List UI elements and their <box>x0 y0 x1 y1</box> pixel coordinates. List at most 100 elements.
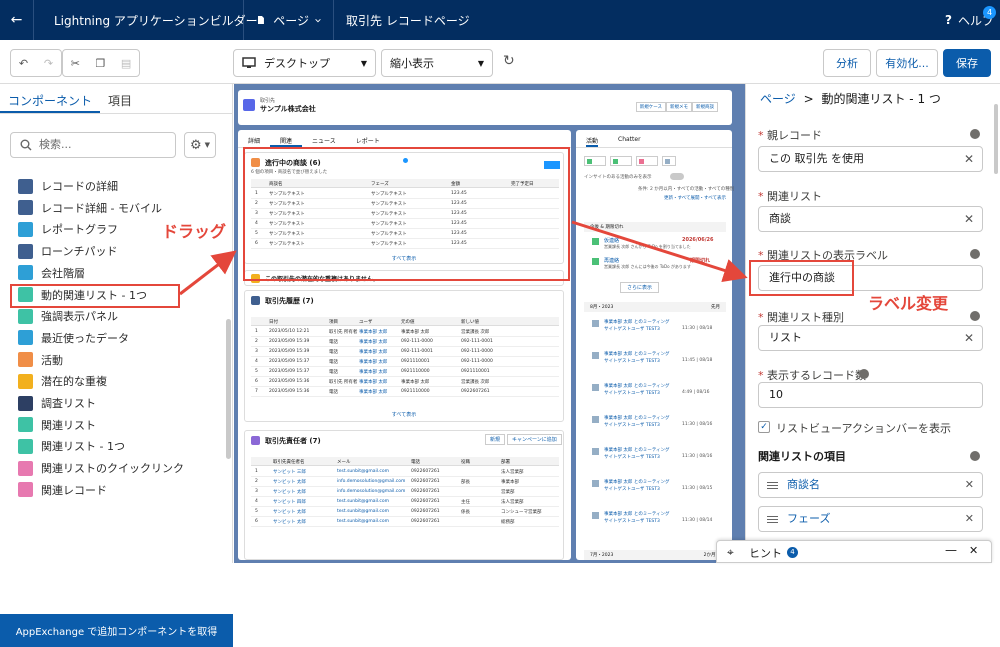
component-item[interactable]: ローンチパッド <box>18 241 117 261</box>
close-icon[interactable]: ✕ <box>969 544 978 557</box>
column-header[interactable]: 取引先責任者名 <box>273 459 305 465</box>
remove-icon[interactable]: ✕ <box>965 473 974 497</box>
clear-icon[interactable]: ✕ <box>964 326 974 350</box>
header-action-button[interactable]: 新規メモ <box>666 102 692 112</box>
search-input[interactable]: 検索... <box>10 132 176 158</box>
event-item[interactable]: 事業本部 太郎 とのミーティング サイトゲストユーザ TEST3 11:30 | 0… <box>590 318 726 346</box>
record-count-input[interactable]: 10 <box>758 382 983 408</box>
table-row[interactable]: 2 2023/05/09 15:39 電話 事業本部 太郎 092-111-0000 09… <box>251 337 559 347</box>
email-action[interactable] <box>662 156 676 166</box>
component-item[interactable]: 会社階層 <box>18 263 85 283</box>
component-item[interactable]: 調査リスト <box>18 393 96 413</box>
component-item[interactable]: 関連リスト - 1つ <box>18 436 125 456</box>
history-view-all[interactable]: すべて表示 <box>245 411 563 418</box>
show-more-button[interactable]: さらに表示 <box>620 282 660 293</box>
event-item[interactable]: 事業本部 太郎 とのミーティング サイトゲストユーザ TEST3 11:30 | 0… <box>590 414 726 442</box>
table-row[interactable]: 7 2023/05/09 15:36 電話 事業本部 太郎 0921110000 0922… <box>251 387 559 397</box>
event-item[interactable]: 事業本部 太郎 とのミーティング サイトゲストユーザ TEST3 4:49 | 08… <box>590 382 726 410</box>
info-icon[interactable] <box>970 129 980 139</box>
table-row[interactable]: 6 サンビット 太郎 test.sunbit@gmail.com 0922607261… <box>251 517 559 527</box>
field-item[interactable]: 商談名 ✕ <box>758 472 983 498</box>
column-header[interactable]: 部署 <box>501 459 510 465</box>
field-item[interactable]: フェーズ ✕ <box>758 506 983 532</box>
column-header[interactable]: ユーザ <box>359 319 372 325</box>
settings-button[interactable]: ⚙ ▼ <box>184 132 216 158</box>
back-button[interactable]: ← <box>0 0 34 40</box>
table-row[interactable]: 3 2023/05/09 15:39 電話 事業本部 太郎 092-111-0001 09… <box>251 347 559 357</box>
component-item[interactable]: レコード詳細 - モバイル <box>18 198 162 218</box>
contact-new-button[interactable]: 新規 <box>485 434 506 445</box>
table-row[interactable]: 3 サンビット 太郎 info.demosolution@gmail.com 0922… <box>251 487 559 497</box>
copy-icon[interactable]: ❐ <box>95 57 105 70</box>
month-section[interactable]: 8月・2023 先月 <box>584 302 726 312</box>
info-icon[interactable] <box>970 451 980 461</box>
record-tab[interactable]: ニュース <box>302 130 346 147</box>
event-item[interactable]: 事業本部 太郎 とのミーティング サイトゲストユーザ TEST3 11:30 | 0… <box>590 510 726 538</box>
table-row[interactable]: 4 サンビット 四郎 test.sunbit@gmail.com 0922607261… <box>251 497 559 507</box>
column-header[interactable]: メール <box>337 459 351 465</box>
component-item[interactable]: 強調表示パネル <box>18 306 118 326</box>
table-row[interactable]: 5 サンビット 太郎 test.sunbit@gmail.com 0922607261… <box>251 507 559 517</box>
device-select[interactable]: デスクトップ ▼ <box>233 49 376 77</box>
table-row[interactable]: 2 サンビット 太郎 info.demosolution@gmail.com 0922… <box>251 477 559 487</box>
undo-icon[interactable]: ↶ <box>19 57 28 70</box>
record-tab[interactable]: レポート <box>346 130 390 147</box>
table-row[interactable]: 5 2023/05/09 15:37 電話 事業本部 太郎 0921110000 0921… <box>251 367 559 377</box>
column-header[interactable]: 役職 <box>461 459 470 465</box>
table-row[interactable]: 4 2023/05/09 15:37 電話 事業本部 太郎 0921110001 092-… <box>251 357 559 367</box>
refresh-icon[interactable]: ↻ <box>503 53 515 69</box>
minimize-icon[interactable]: — <box>945 543 957 557</box>
paste-icon[interactable]: ▤ <box>121 57 131 70</box>
column-header[interactable]: 項目 <box>329 319 338 325</box>
header-action-button[interactable]: 新規ケース <box>635 102 666 112</box>
task-action[interactable] <box>610 156 632 166</box>
header-action-button[interactable]: 新規商談 <box>692 102 718 112</box>
info-icon[interactable] <box>970 249 980 259</box>
component-item[interactable]: 関連レコード <box>18 480 107 500</box>
event-action[interactable] <box>636 156 658 166</box>
activity-links[interactable]: 更新・すべて展開・すべて表示 <box>664 195 726 201</box>
scrollbar[interactable] <box>994 104 998 174</box>
tab-components[interactable]: コンポーネント <box>0 84 101 113</box>
month-section[interactable]: 7月・2023 2か月前 <box>584 550 726 560</box>
analyze-button[interactable]: 分析 <box>823 49 871 77</box>
related-list-type-select[interactable]: リスト ✕ <box>758 325 983 351</box>
info-icon[interactable] <box>970 311 980 321</box>
column-header[interactable]: 新しい値 <box>461 319 479 325</box>
component-item[interactable]: 潜在的な重複 <box>18 371 107 391</box>
tab-activity[interactable]: 活動 <box>586 136 599 147</box>
help-button[interactable]: ? ヘルプ 4 <box>945 0 996 40</box>
log-call-action[interactable] <box>584 156 606 166</box>
contacts-card[interactable]: 取引先責任者 (7) 新規 キャンペーンに追加 取引先責任者名 メール 電話 役職 部署… <box>244 430 564 560</box>
clear-icon[interactable]: ✕ <box>964 147 974 171</box>
table-row[interactable]: 1 サンビット 三郎 test.sunbit@gmail.com 0922607261… <box>251 467 559 477</box>
view-select[interactable]: 縮小表示 ▼ <box>381 49 493 77</box>
related-list-select[interactable]: 商談 ✕ <box>758 206 983 232</box>
save-button[interactable]: 保存 <box>943 49 991 77</box>
history-card[interactable]: 取引先履歴 (7) 日付 項目 ユーザ 元の値 新しい値 すべて表示 1 2023/05/… <box>244 290 564 422</box>
column-header[interactable]: 日付 <box>269 319 278 325</box>
column-header[interactable]: 元の値 <box>401 319 415 325</box>
add-to-campaign-button[interactable]: キャンペーンに追加 <box>507 434 562 445</box>
upcoming-section[interactable]: 今後 & 期限切れ <box>584 222 726 232</box>
scrollbar[interactable] <box>226 319 231 459</box>
component-item[interactable]: レポートグラフ <box>18 219 118 239</box>
component-item[interactable]: 活動 <box>18 350 63 370</box>
page-menu[interactable]: ページ <box>244 0 334 40</box>
event-item[interactable]: 事業本部 太郎 とのミーティング サイトゲストユーザ TEST3 11:45 | 0… <box>590 350 726 378</box>
record-header[interactable]: 取引先 サンプル株式会社 新規ケース 新規メモ 新規商談 <box>238 90 732 125</box>
cut-icon[interactable]: ✂ <box>71 57 80 70</box>
appexchange-link[interactable]: AppExchange で追加コンポーネントを取得 <box>0 614 233 647</box>
event-item[interactable]: 事業本部 太郎 とのミーティング サイトゲストユーザ TEST3 11:30 | 0… <box>590 478 726 506</box>
breadcrumb-page-link[interactable]: ページ <box>760 92 796 106</box>
clear-icon[interactable]: ✕ <box>964 207 974 231</box>
column-header[interactable]: 電話 <box>411 459 420 465</box>
hint-panel[interactable]: ⌖ ヒント 4 — ✕ <box>716 540 992 563</box>
component-item[interactable]: 最近使ったデータ <box>18 328 129 348</box>
table-row[interactable]: 1 2023/05/10 12:21 取引先 所有者 事業本部 太郎 事業本部 太郎 営業… <box>251 327 559 337</box>
record-tab[interactable]: 詳細 <box>238 130 270 147</box>
info-icon[interactable] <box>859 369 869 379</box>
table-row[interactable]: 6 2023/05/09 15:36 取引先 所有者 事業本部 太郎 事業本部 太郎 営業… <box>251 377 559 387</box>
record-tab[interactable]: 関連 <box>270 130 303 147</box>
parent-record-select[interactable]: この 取引先 を使用 ✕ <box>758 146 983 172</box>
